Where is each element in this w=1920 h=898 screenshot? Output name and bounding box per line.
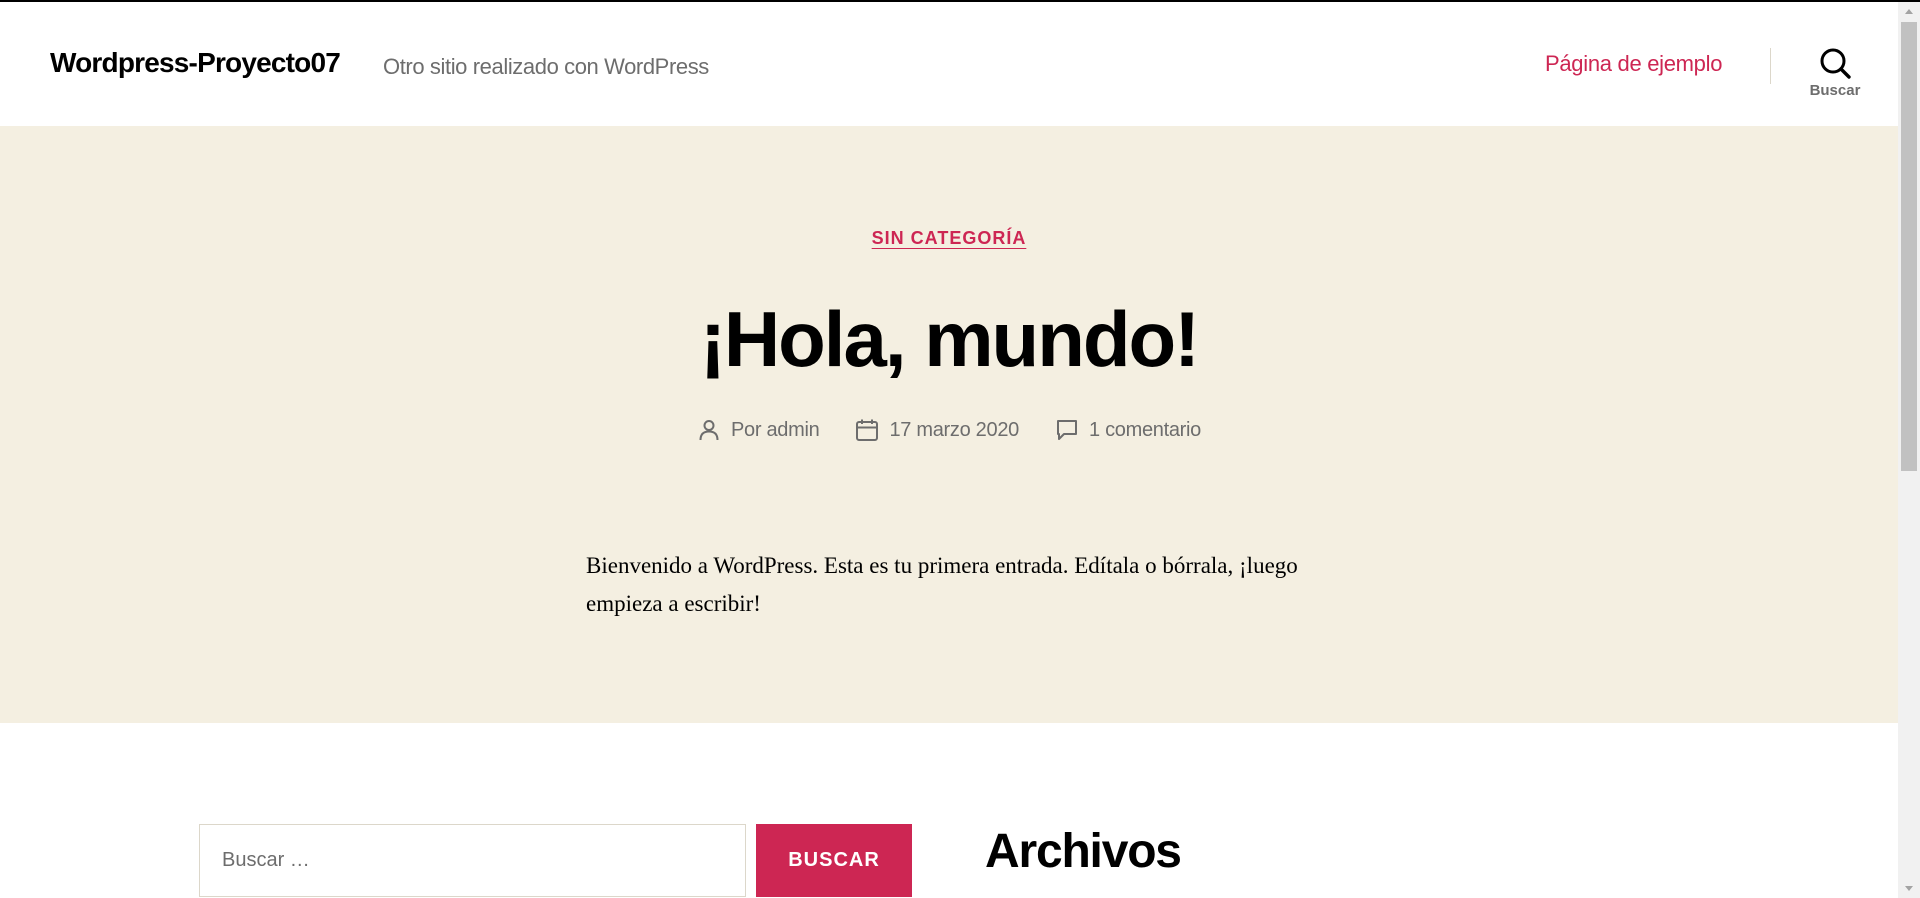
- nav-link-sample-page[interactable]: Página de ejemplo: [1545, 51, 1722, 77]
- widget-search-form: BUSCAR: [199, 824, 912, 897]
- post-comments: 1 comentario: [1055, 418, 1201, 442]
- scroll-down-arrow-icon[interactable]: [1898, 880, 1920, 898]
- browser-page: Wordpress-Proyecto07 Otro sitio realizad…: [0, 0, 1920, 898]
- site-header: Wordpress-Proyecto07 Otro sitio realizad…: [0, 2, 1898, 126]
- search-submit-button[interactable]: BUSCAR: [756, 824, 912, 897]
- search-icon: [1820, 48, 1851, 79]
- search-toggle-button[interactable]: Buscar: [1796, 46, 1874, 106]
- site-title[interactable]: Wordpress-Proyecto07: [50, 47, 341, 79]
- category-link[interactable]: SIN CATEGORÍA: [872, 228, 1027, 248]
- scrollbar-thumb[interactable]: [1901, 22, 1917, 471]
- post-excerpt: Bienvenido a WordPress. Esta es tu prime…: [586, 553, 1298, 616]
- date-link[interactable]: 17 marzo 2020: [889, 419, 1019, 442]
- post-title: ¡Hola, mundo!: [699, 295, 1200, 383]
- archives-widget-title: Archivos: [985, 825, 1182, 878]
- author-link[interactable]: Por admin: [731, 419, 820, 442]
- post-date: 17 marzo 2020: [855, 418, 1019, 442]
- calendar-icon: [856, 419, 879, 441]
- vertical-scrollbar[interactable]: [1898, 2, 1920, 898]
- search-toggle-label: Buscar: [1809, 82, 1861, 99]
- comment-icon: [1056, 420, 1077, 440]
- comments-link[interactable]: 1 comentario: [1089, 419, 1201, 442]
- site-description: Otro sitio realizado con WordPress: [383, 54, 709, 79]
- user-icon: [699, 420, 719, 441]
- nav-separator: [1770, 48, 1771, 84]
- scroll-up-arrow-icon[interactable]: [1898, 2, 1920, 20]
- post-category: SIN CATEGORÍA: [0, 228, 1898, 249]
- post-meta: Por admin 17 marzo 2020 1 comentario: [0, 418, 1898, 442]
- search-input[interactable]: [199, 824, 746, 897]
- post-hero: SIN CATEGORÍA ¡Hola, mundo! Por admin 17…: [0, 126, 1898, 723]
- post-author: Por admin: [697, 418, 820, 442]
